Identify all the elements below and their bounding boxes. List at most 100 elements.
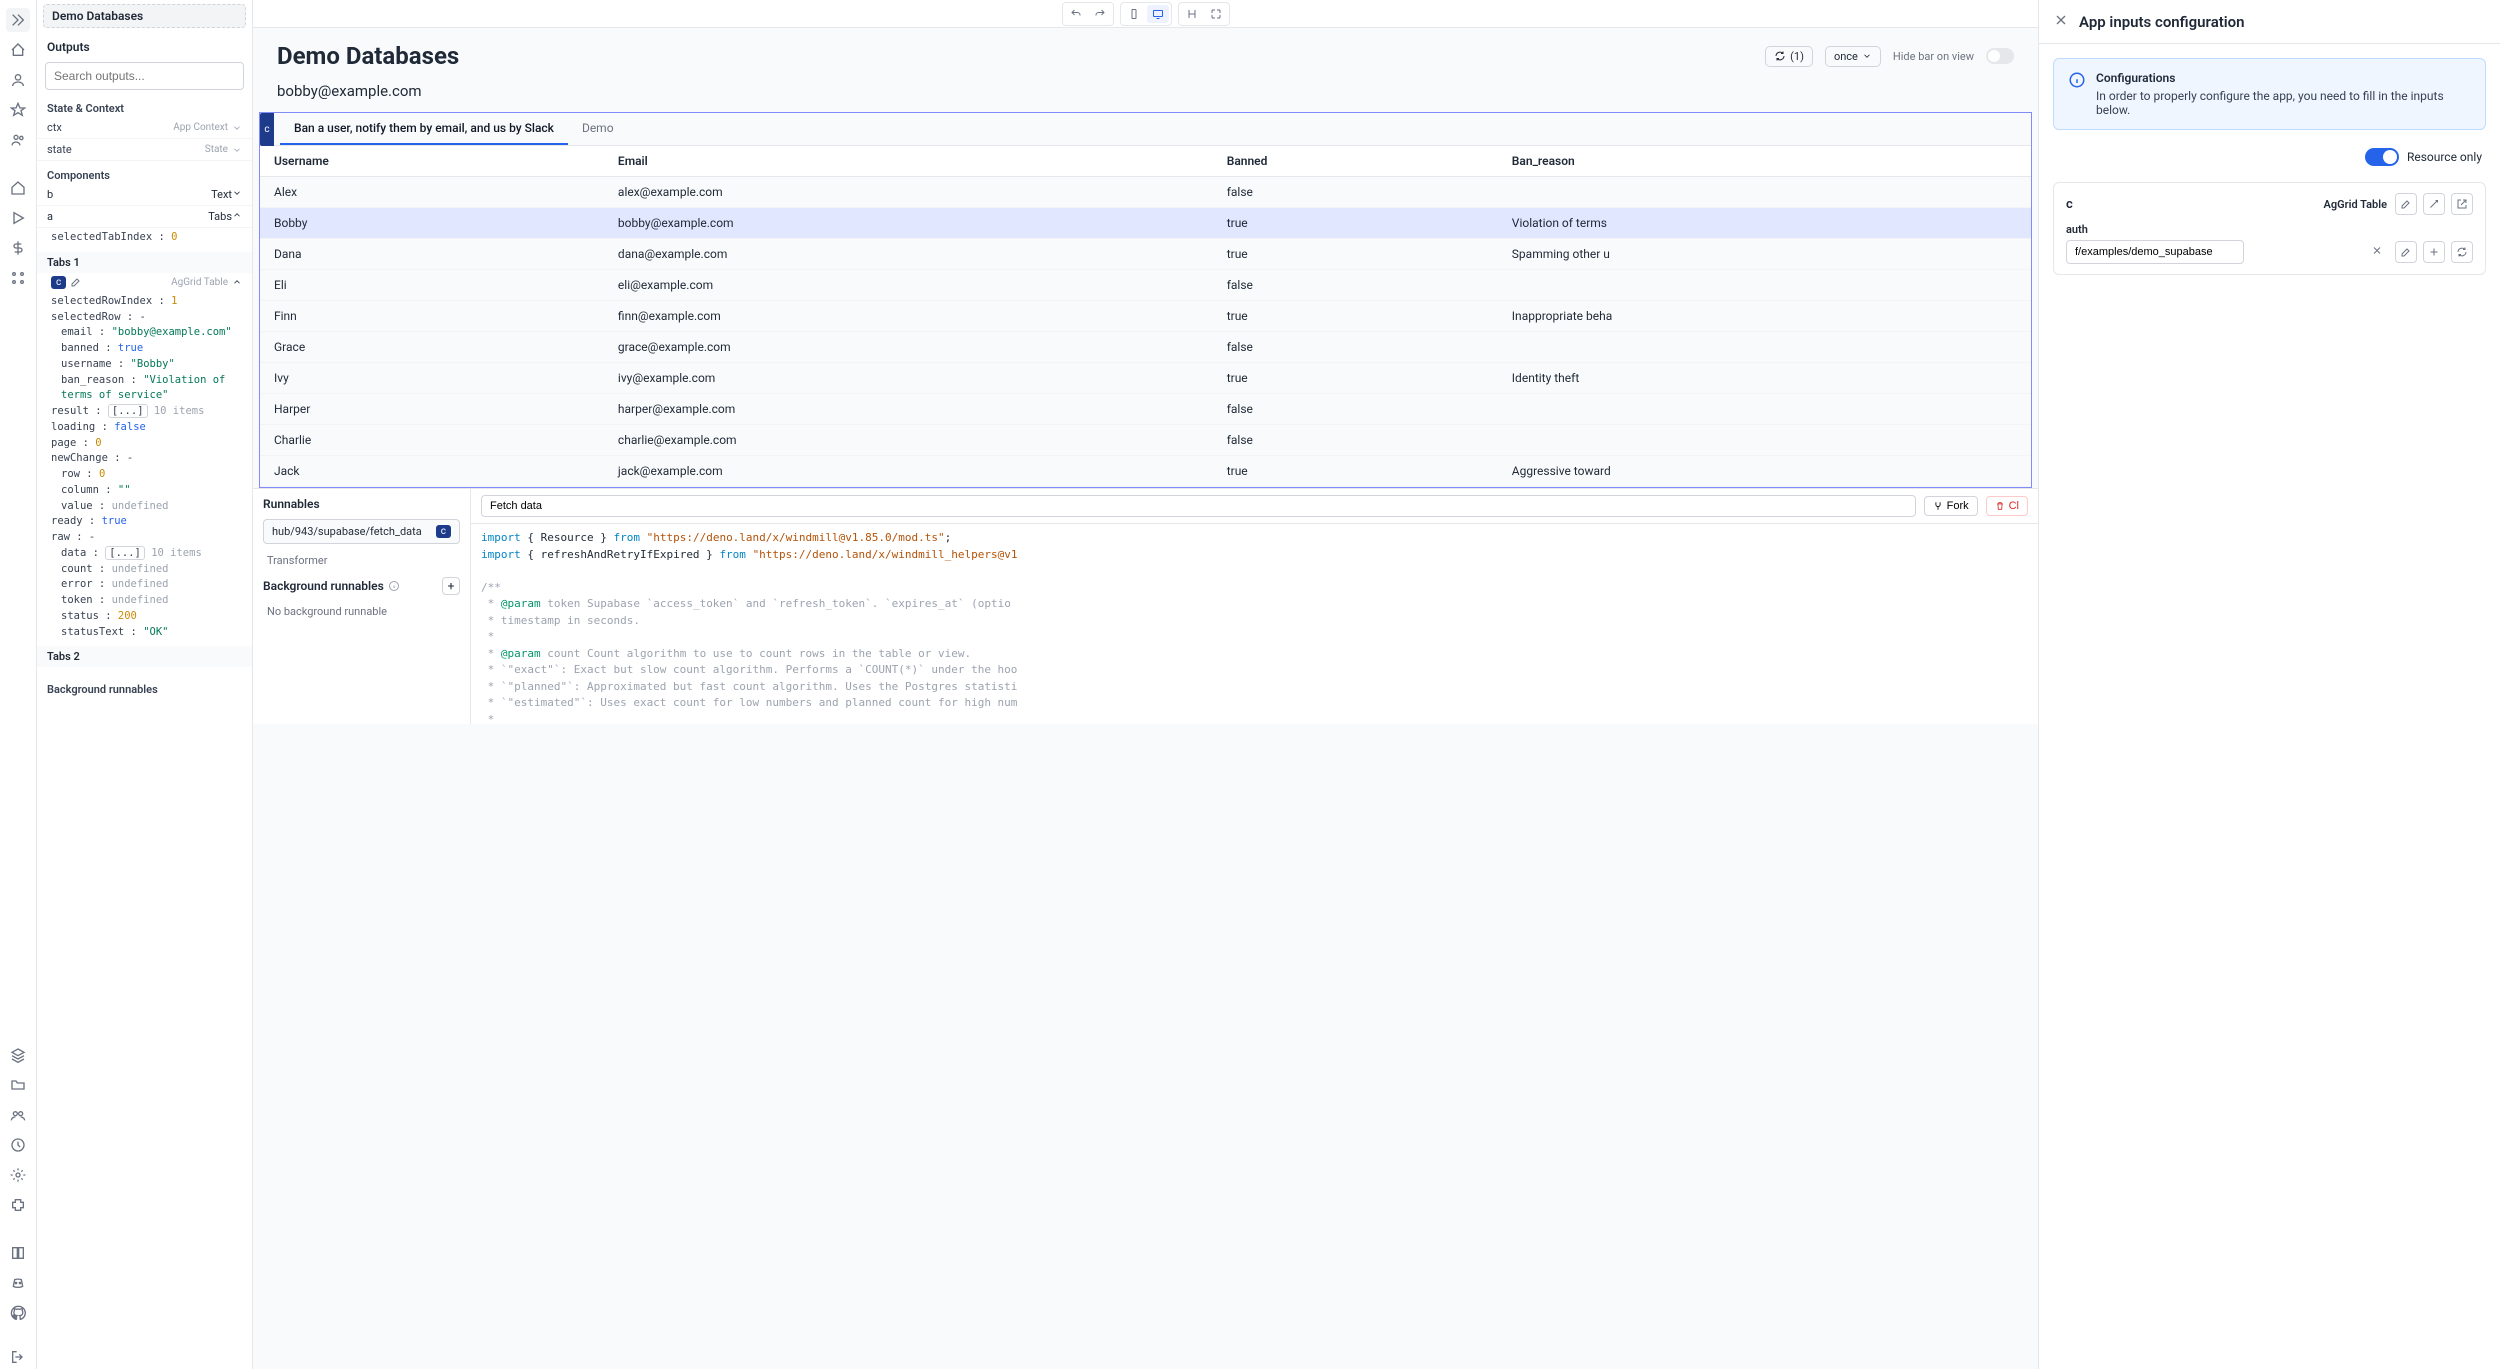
hide-bar-label: Hide bar on view bbox=[1893, 50, 1974, 63]
auth-input[interactable] bbox=[2066, 240, 2244, 264]
puzzle-icon[interactable] bbox=[6, 1193, 30, 1217]
close-icon bbox=[2053, 12, 2069, 28]
bg-runnables-label: Background runnables bbox=[37, 675, 252, 698]
house-icon[interactable] bbox=[6, 176, 30, 200]
desktop-view-button[interactable] bbox=[1147, 5, 1169, 23]
top-toolbar bbox=[253, 0, 2038, 28]
refresh-icon bbox=[1774, 50, 1786, 62]
auth-refresh-button[interactable] bbox=[2451, 241, 2473, 263]
comp-a[interactable]: a Tabs bbox=[37, 206, 252, 228]
comp-c[interactable]: c AgGrid Table bbox=[37, 273, 252, 292]
column-header[interactable]: Email bbox=[604, 146, 1213, 177]
tab-ban[interactable]: Ban a user, notify them by email, and us… bbox=[280, 113, 568, 145]
runnable-item[interactable]: hub/943/supabase/fetch_data c bbox=[263, 519, 460, 544]
redo-button[interactable] bbox=[1089, 5, 1111, 23]
canvas-area: Demo Databases (1) once Hide bar on view… bbox=[253, 0, 2038, 1369]
mobile-view-button[interactable] bbox=[1123, 5, 1145, 23]
page-title-box: Demo Databases bbox=[43, 4, 246, 28]
hide-bar-toggle[interactable] bbox=[1986, 48, 2014, 64]
logout-icon[interactable] bbox=[6, 1345, 30, 1369]
state-row[interactable]: state State bbox=[37, 139, 252, 161]
edit-icon[interactable] bbox=[70, 276, 82, 288]
chevron-down-icon bbox=[232, 188, 242, 198]
close-icon bbox=[2371, 245, 2383, 257]
resource-only-toggle[interactable] bbox=[2365, 148, 2399, 166]
grid-icon[interactable] bbox=[6, 266, 30, 290]
chevron-up-icon bbox=[232, 210, 242, 220]
discord-icon[interactable] bbox=[6, 1271, 30, 1295]
table-row[interactable]: Elieli@example.comfalse bbox=[260, 270, 2031, 301]
wand-button[interactable] bbox=[2423, 193, 2445, 215]
home-icon[interactable] bbox=[6, 38, 30, 62]
info-icon bbox=[388, 580, 400, 592]
info-box: Configurations In order to properly conf… bbox=[2053, 58, 2486, 130]
column-header[interactable]: Ban_reason bbox=[1498, 146, 2031, 177]
nav-rail bbox=[0, 0, 37, 1369]
team-icon[interactable] bbox=[6, 1103, 30, 1127]
table-row[interactable]: Bobbybobby@example.comtrueViolation of t… bbox=[260, 208, 2031, 239]
table-row[interactable]: Charliecharlie@example.comfalse bbox=[260, 425, 2031, 456]
table-row[interactable]: Danadana@example.comtrueSpamming other u bbox=[260, 239, 2031, 270]
clock-icon[interactable] bbox=[6, 1133, 30, 1157]
play-icon[interactable] bbox=[6, 206, 30, 230]
user-icon[interactable] bbox=[6, 68, 30, 92]
chevron-down-icon bbox=[232, 145, 242, 155]
users-icon[interactable] bbox=[6, 128, 30, 152]
table-row[interactable]: Alexalex@example.comfalse bbox=[260, 177, 2031, 208]
column-header[interactable]: Username bbox=[260, 146, 604, 177]
clear-auth-button[interactable] bbox=[2371, 245, 2383, 260]
align-button[interactable] bbox=[1181, 5, 1203, 23]
expand-button[interactable] bbox=[1205, 5, 1227, 23]
undo-button[interactable] bbox=[1065, 5, 1087, 23]
logo-icon[interactable] bbox=[6, 8, 30, 32]
drawer-title: App inputs configuration bbox=[2079, 13, 2245, 31]
clear-button[interactable]: Cl bbox=[1986, 496, 2028, 516]
resource-only-label: Resource only bbox=[2407, 150, 2482, 164]
auth-add-button[interactable] bbox=[2423, 241, 2445, 263]
search-input[interactable] bbox=[45, 62, 244, 90]
layers-icon[interactable] bbox=[6, 1043, 30, 1067]
edit-config-button[interactable] bbox=[2395, 193, 2417, 215]
selection-marker: c bbox=[260, 113, 274, 146]
runnables-panel: Runnables hub/943/supabase/fetch_data c … bbox=[253, 488, 2038, 724]
chevron-up-icon bbox=[232, 277, 242, 287]
auth-label: auth bbox=[2066, 223, 2473, 236]
fork-button[interactable]: Fork bbox=[1924, 496, 1978, 516]
gear-icon[interactable] bbox=[6, 1163, 30, 1187]
data-grid[interactable]: UsernameEmailBannedBan_reason Alexalex@e… bbox=[260, 146, 2031, 487]
table-row[interactable]: Jackjack@example.comtrueAggressive towar… bbox=[260, 456, 2031, 487]
tabs2-label[interactable]: Tabs 2 bbox=[37, 646, 252, 667]
table-row[interactable]: Ivyivy@example.comtrueIdentity theft bbox=[260, 363, 2031, 394]
components-label: Components bbox=[37, 161, 252, 184]
outputs-panel: Demo Databases Outputs State & Context c… bbox=[37, 0, 253, 1369]
comp-b[interactable]: b Text bbox=[37, 184, 252, 206]
column-header[interactable]: Banned bbox=[1213, 146, 1498, 177]
refresh-button[interactable]: (1) bbox=[1765, 46, 1813, 67]
code-editor[interactable]: import { Resource } from "https://deno.l… bbox=[471, 524, 2038, 724]
table-row[interactable]: Finnfinn@example.comtrueInappropriate be… bbox=[260, 301, 2031, 332]
book-icon[interactable] bbox=[6, 1241, 30, 1265]
bg-runnables-heading: Background runnables bbox=[263, 579, 384, 593]
table-row[interactable]: Gracegrace@example.comfalse bbox=[260, 332, 2031, 363]
close-button[interactable] bbox=[2053, 12, 2069, 31]
ctx-row[interactable]: ctx App Context bbox=[37, 117, 252, 139]
tab-demo[interactable]: Demo bbox=[568, 113, 628, 145]
dollar-icon[interactable] bbox=[6, 236, 30, 260]
info-icon bbox=[2068, 71, 2086, 117]
fetch-data-input[interactable] bbox=[481, 495, 1916, 517]
tabs1-label[interactable]: Tabs 1 bbox=[37, 252, 252, 273]
table-row[interactable]: Harperharper@example.comfalse bbox=[260, 394, 2031, 425]
chevron-down-icon bbox=[232, 123, 242, 133]
add-runnable-button[interactable]: + bbox=[442, 577, 460, 595]
external-button[interactable] bbox=[2451, 193, 2473, 215]
once-select[interactable]: once bbox=[1825, 46, 1881, 67]
github-icon[interactable] bbox=[6, 1301, 30, 1325]
chevron-down-icon bbox=[1862, 51, 1872, 61]
transformer-item[interactable]: Transformer bbox=[263, 552, 460, 569]
auth-edit-button[interactable] bbox=[2395, 241, 2417, 263]
folder-icon[interactable] bbox=[6, 1073, 30, 1097]
state-context-label: State & Context bbox=[37, 94, 252, 117]
star-icon[interactable] bbox=[6, 98, 30, 122]
runnables-heading: Runnables bbox=[263, 497, 460, 511]
trash-icon bbox=[1995, 501, 2005, 511]
